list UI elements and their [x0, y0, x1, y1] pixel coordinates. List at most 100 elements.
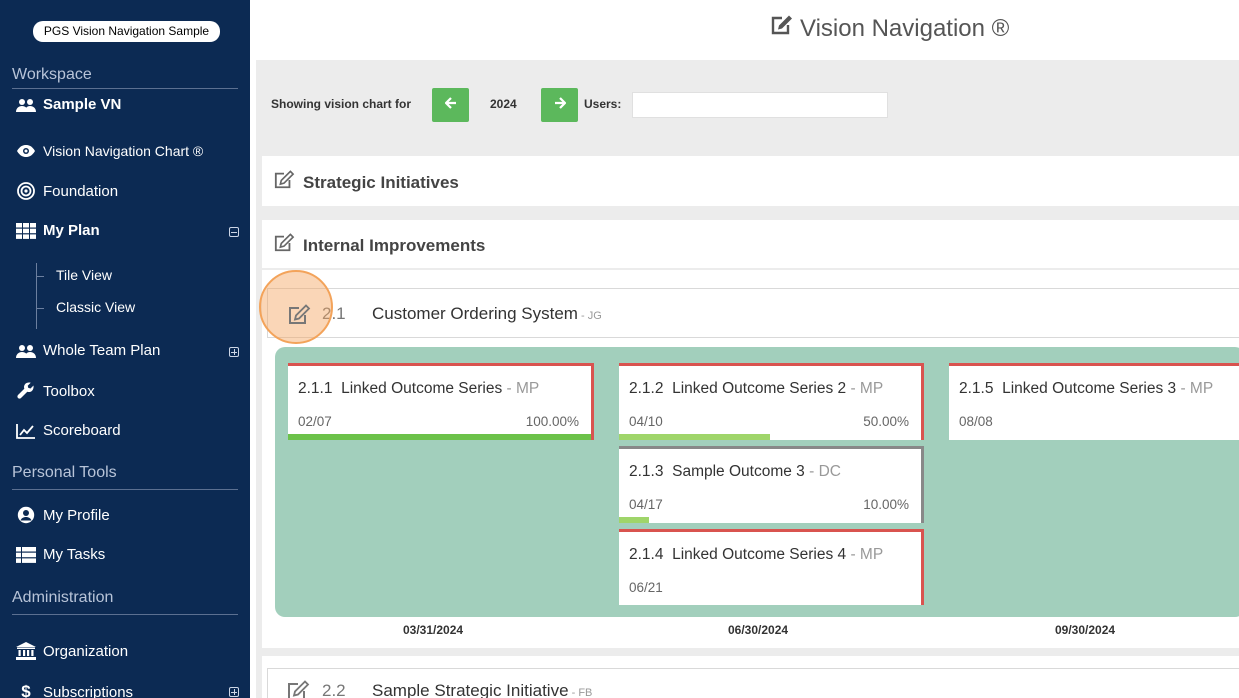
panel-header: Strategic Initiatives: [273, 170, 459, 195]
sidebar-item-label: Organization: [43, 642, 129, 660]
panel-header: Internal Improvements: [273, 233, 485, 258]
outcome-card[interactable]: 2.1.5 Linked Outcome Series 3 - MP 08/08: [949, 363, 1239, 440]
card-date: 04/10: [629, 414, 663, 429]
outcome-card[interactable]: 2.1.4 Linked Outcome Series 4 - MP 06/21: [619, 529, 924, 605]
progress-bar: [619, 434, 770, 440]
initiative-owner: - FB: [568, 687, 593, 698]
workspace-switcher[interactable]: Sample VN: [16, 96, 121, 113]
initiative-owner: - JG: [577, 310, 602, 322]
outcome-card[interactable]: 2.1.2 Linked Outcome Series 2 - MP 04/10…: [619, 363, 924, 440]
card-date: 06/21: [629, 580, 663, 595]
sidebar-item-organization[interactable]: Organization: [16, 642, 128, 660]
sidebar-item-classic-view[interactable]: Classic View: [56, 299, 135, 315]
card-title: 2.1.4 Linked Outcome Series 4 - MP: [629, 546, 884, 563]
initiative-row[interactable]: 2.2 Sample Strategic Initiative - FB: [267, 668, 1239, 698]
timeline-date: 09/30/2024: [1055, 623, 1116, 637]
expand-icon[interactable]: [229, 347, 239, 357]
arrow-left-icon: [443, 96, 457, 114]
users-label: Users:: [584, 97, 622, 111]
outcome-card[interactable]: 2.1.3 Sample Outcome 3 - DC 04/17 10.00%: [619, 446, 924, 523]
edit-icon[interactable]: [286, 680, 310, 698]
divider: [12, 489, 238, 490]
list-icon: [16, 546, 36, 563]
sidebar-item-label: Foundation: [43, 182, 119, 200]
sidebar: PGS Vision Navigation Sample Workspace S…: [0, 0, 250, 698]
arrow-right-icon: [554, 96, 567, 114]
card-percent: 50.00%: [863, 414, 909, 429]
initiative-title: Sample Strategic Initiative - FB: [372, 681, 593, 698]
users-icon: [16, 97, 36, 113]
initiative-row[interactable]: 2.1 Customer Ordering System - JG: [267, 288, 1239, 338]
sidebar-item-label: My Profile: [43, 506, 110, 524]
progress-bar: [288, 434, 591, 440]
dollar-icon: $: [21, 682, 31, 698]
strategic-initiatives-panel[interactable]: Strategic Initiatives: [262, 156, 1239, 206]
timeline-date: 06/30/2024: [728, 623, 789, 637]
showing-label: Showing vision chart for: [271, 97, 412, 111]
personal-tools-label: Personal Tools: [12, 464, 117, 481]
administration-label: Administration: [12, 589, 114, 606]
card-title: 2.1.1 Linked Outcome Series - MP: [298, 380, 540, 397]
tree-line: [36, 263, 37, 329]
sidebar-item-label: Scoreboard: [43, 422, 121, 439]
sidebar-item-whole-team-plan[interactable]: Whole Team Plan: [16, 342, 160, 359]
page-header: Vision Navigation ®: [250, 0, 1239, 60]
sidebar-item-vision-chart[interactable]: Vision Navigation Chart ®: [16, 143, 203, 159]
sidebar-item-toolbox[interactable]: Toolbox: [16, 382, 95, 400]
tree-tick: [36, 276, 44, 277]
sidebar-item-scoreboard[interactable]: Scoreboard: [16, 422, 121, 439]
outcome-card[interactable]: 2.1.1 Linked Outcome Series - MP 02/07 1…: [288, 363, 594, 440]
wrench-icon: [16, 382, 36, 400]
progress-bar: [619, 517, 650, 523]
user-circle-icon: [16, 506, 36, 524]
edit-icon[interactable]: [287, 304, 311, 326]
expand-icon[interactable]: [229, 687, 239, 697]
workspace-name: Sample VN: [43, 96, 122, 113]
edit-icon: [770, 14, 794, 43]
divider: [12, 88, 238, 89]
brand-pill[interactable]: PGS Vision Navigation Sample: [33, 21, 220, 42]
tree-tick: [36, 308, 44, 309]
initiative-panel: 2.1 Customer Ordering System - JG 2.1.1 …: [259, 270, 1239, 648]
initiative-panel: 2.2 Sample Strategic Initiative - FB: [262, 656, 1239, 698]
card-title: 2.1.3 Sample Outcome 3 - DC: [629, 463, 841, 480]
sidebar-item-label: Toolbox: [43, 382, 95, 400]
sidebar-item-my-profile[interactable]: My Profile: [16, 506, 110, 524]
page-title: Vision Navigation ®: [770, 14, 1009, 43]
edit-icon[interactable]: [273, 233, 295, 258]
panel-title: Strategic Initiatives: [303, 172, 459, 192]
collapse-icon[interactable]: [229, 227, 239, 237]
sidebar-item-label: Whole Team Plan: [43, 342, 161, 359]
card-date: 08/08: [959, 414, 993, 429]
card-percent: 100.00%: [525, 414, 579, 429]
sidebar-item-tile-view[interactable]: Tile View: [56, 267, 112, 283]
sidebar-item-foundation[interactable]: Foundation: [16, 182, 118, 200]
card-percent: 10.00%: [863, 497, 909, 512]
sidebar-item-label: Vision Navigation Chart ®: [43, 143, 204, 159]
sidebar-item-label: My Plan: [43, 222, 100, 239]
line-chart-icon: [16, 423, 36, 439]
sidebar-item-my-tasks[interactable]: My Tasks: [16, 546, 105, 563]
users-input[interactable]: [632, 92, 888, 118]
users-icon: [16, 343, 36, 359]
sidebar-item-label: My Tasks: [43, 546, 106, 563]
bullseye-icon: [16, 182, 36, 200]
card-title: 2.1.2 Linked Outcome Series 2 - MP: [629, 380, 884, 397]
divider: [12, 614, 238, 615]
timeline-date: 03/31/2024: [403, 623, 464, 637]
initiative-title: Customer Ordering System - JG: [372, 304, 602, 323]
card-date: 02/07: [298, 414, 332, 429]
year-value: 2024: [490, 97, 517, 111]
bank-icon: [16, 642, 36, 660]
sidebar-item-my-plan[interactable]: My Plan: [16, 222, 100, 239]
eye-icon: [16, 144, 36, 158]
card-title: 2.1.5 Linked Outcome Series 3 - MP: [959, 380, 1214, 397]
workspace-label: Workspace: [12, 66, 92, 83]
internal-improvements-panel[interactable]: Internal Improvements: [262, 220, 1239, 268]
card-date: 04/17: [629, 497, 663, 512]
next-year-button[interactable]: [541, 88, 578, 122]
sidebar-item-subscriptions[interactable]: $ Subscriptions: [16, 682, 133, 698]
edit-icon[interactable]: [273, 170, 295, 195]
prev-year-button[interactable]: [432, 88, 469, 122]
panel-title: Internal Improvements: [303, 235, 486, 255]
